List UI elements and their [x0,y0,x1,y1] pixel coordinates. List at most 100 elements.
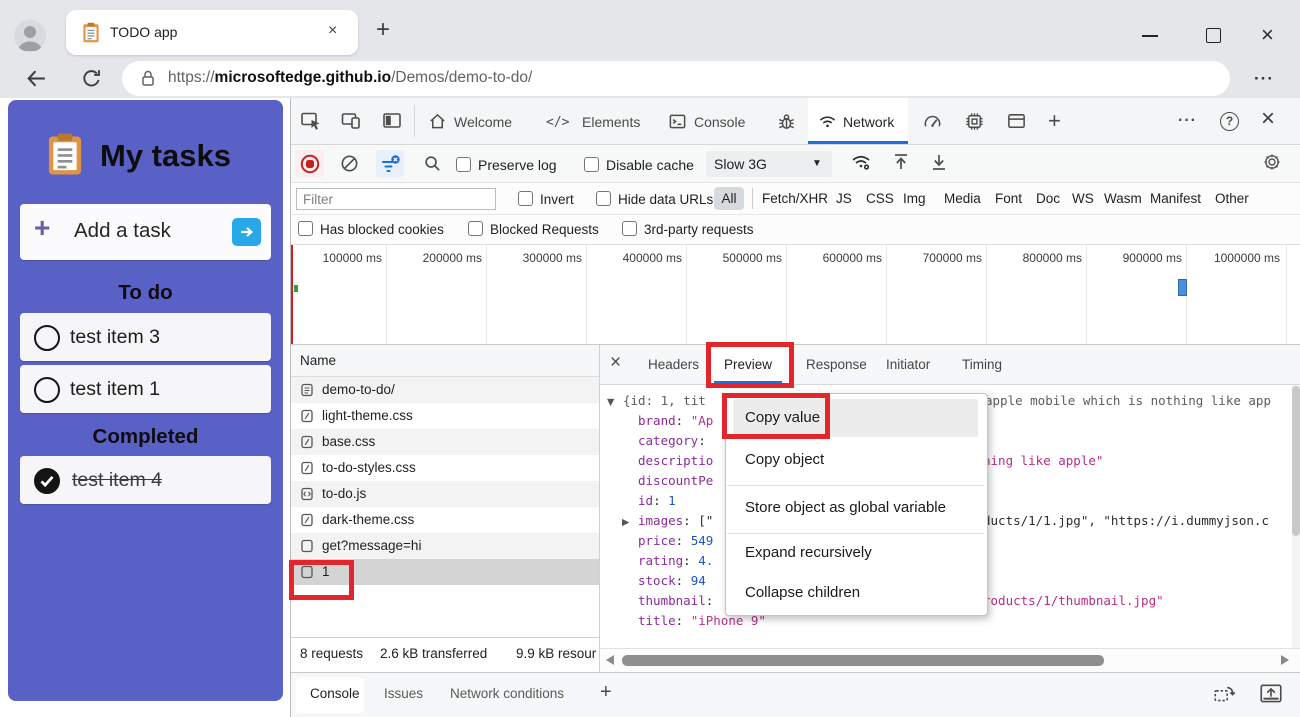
filter-type[interactable]: JS [836,191,852,206]
filter-type[interactable]: Media [944,191,981,206]
tab-initiator[interactable]: Initiator [886,357,930,372]
name-column-header[interactable]: Name [300,353,336,368]
filter-type[interactable]: CSS [866,191,894,206]
add-task-card[interactable]: + Add a task [20,204,271,260]
hide-data-urls-label[interactable]: Hide data URLs [618,192,713,207]
browser-menu-icon[interactable]: ··· [1254,69,1274,89]
preserve-log-checkbox[interactable] [456,157,471,172]
menu-item-expand-recursively[interactable]: Expand recursively [745,544,872,561]
blocked-requests-label[interactable]: Blocked Requests [490,222,599,237]
drawer-tab-console[interactable]: Console [296,677,364,713]
drawer-tab-issues[interactable]: Issues [384,686,423,701]
tab-network[interactable]: Network [808,98,908,144]
submit-task-button[interactable] [232,218,261,246]
tab-close-icon[interactable]: × [328,22,337,40]
disable-cache-checkbox[interactable] [584,157,599,172]
menu-item-copy-object[interactable]: Copy object [745,451,824,468]
expand-toggle[interactable]: ▶ [622,517,629,528]
drawer-tab-network-conditions[interactable]: Network conditions [450,686,564,701]
request-row[interactable]: to-do-styles.css [291,455,599,481]
task-item-completed[interactable]: test item 4 [20,456,271,504]
maximize-button[interactable] [1206,28,1221,43]
add-drawer-tab-icon[interactable]: + [600,681,612,704]
new-tab-button[interactable]: + [376,16,390,44]
dock-side-icon[interactable] [381,110,403,132]
third-party-requests-checkbox[interactable] [622,221,637,236]
task-checkbox[interactable] [34,325,60,351]
has-blocked-cookies-checkbox[interactable] [298,221,313,236]
tab-response[interactable]: Response [806,357,867,372]
filter-input[interactable] [296,188,496,210]
disable-cache-label[interactable]: Disable cache [606,157,694,173]
reload-button[interactable] [80,67,103,90]
scroll-right-arrow[interactable] [1281,655,1289,665]
clear-icon[interactable] [339,153,360,174]
throttling-select[interactable]: Slow 3G ▼ [706,151,832,177]
hide-data-urls-checkbox[interactable] [596,191,611,206]
third-party-requests-label[interactable]: 3rd-party requests [644,222,754,237]
invert-checkbox[interactable] [518,191,533,206]
dock-drawer-icon[interactable] [1212,682,1238,706]
bug-icon[interactable] [776,111,797,132]
minimize-button[interactable] [1142,35,1158,37]
has-blocked-cookies-label[interactable]: Has blocked cookies [320,222,444,237]
device-emulation-icon[interactable] [340,110,362,132]
close-detail-icon[interactable]: × [610,352,621,374]
scrollbar-thumb[interactable] [1292,386,1300,536]
task-item[interactable]: test item 3 [20,313,271,361]
requests-header[interactable]: Name [291,345,599,377]
request-row[interactable]: dark-theme.css [291,507,599,533]
filter-type[interactable]: Font [995,191,1022,206]
address-bar[interactable]: https://microsoftedge.github.io/Demos/de… [122,61,1230,96]
request-row[interactable]: light-theme.css [291,403,599,429]
expand-toggle[interactable]: ▼ [607,397,614,408]
filter-type-all[interactable]: All [714,187,744,210]
invert-label[interactable]: Invert [540,192,574,207]
import-har-icon[interactable] [890,151,912,173]
menu-item-collapse-children[interactable]: Collapse children [745,584,860,601]
network-conditions-icon[interactable] [850,151,872,173]
filter-type[interactable]: Img [903,191,926,206]
filter-type[interactable]: WS [1072,191,1094,206]
vertical-scrollbar[interactable] [1292,385,1300,648]
filter-toggle-button[interactable] [376,150,404,178]
pane-divider[interactable] [599,345,600,672]
blocked-requests-checkbox[interactable] [468,221,483,236]
filter-type[interactable]: Manifest [1150,191,1201,206]
request-row[interactable]: get?message=hi [291,533,599,559]
devtools-more-icon[interactable]: ··· [1178,112,1197,130]
menu-item-store-global[interactable]: Store object as global variable [745,499,946,516]
request-row[interactable]: demo-to-do/ [291,377,599,403]
application-icon[interactable] [1006,111,1027,132]
request-row[interactable]: base.css [291,429,599,455]
help-icon[interactable]: ? [1220,112,1239,131]
window-close-button[interactable]: × [1261,22,1274,48]
timeline-request-bar-blue[interactable] [1178,279,1187,296]
filter-type[interactable]: Other [1215,191,1249,206]
devtools-close-icon[interactable]: × [1261,105,1275,133]
filter-type[interactable]: Fetch/XHR [762,191,828,206]
filter-type[interactable]: Doc [1036,191,1060,206]
preserve-log-label[interactable]: Preserve log [478,157,557,173]
tab-headers[interactable]: Headers [648,357,699,372]
request-row[interactable]: to-do.js [291,481,599,507]
back-button[interactable] [24,66,49,91]
profile-avatar[interactable] [14,20,46,52]
task-checkbox-checked[interactable] [34,468,60,494]
expand-drawer-icon[interactable] [1258,682,1284,706]
settings-gear-icon[interactable] [1262,152,1282,172]
scrollbar-thumb[interactable] [622,655,1104,666]
memory-icon[interactable] [964,111,985,132]
performance-icon[interactable] [922,111,943,132]
record-button[interactable] [295,150,324,178]
task-item[interactable]: test item 1 [20,365,271,413]
search-icon[interactable] [423,154,442,173]
filter-type[interactable]: Wasm [1104,191,1142,206]
tab-timing[interactable]: Timing [962,357,1002,372]
add-panel-icon[interactable]: + [1048,108,1061,134]
inspect-icon[interactable] [300,110,322,132]
scroll-left-arrow[interactable] [606,655,614,665]
horizontal-scrollbar[interactable] [600,649,1300,672]
task-checkbox[interactable] [34,377,60,403]
browser-tab[interactable]: TODO app × [66,10,358,55]
